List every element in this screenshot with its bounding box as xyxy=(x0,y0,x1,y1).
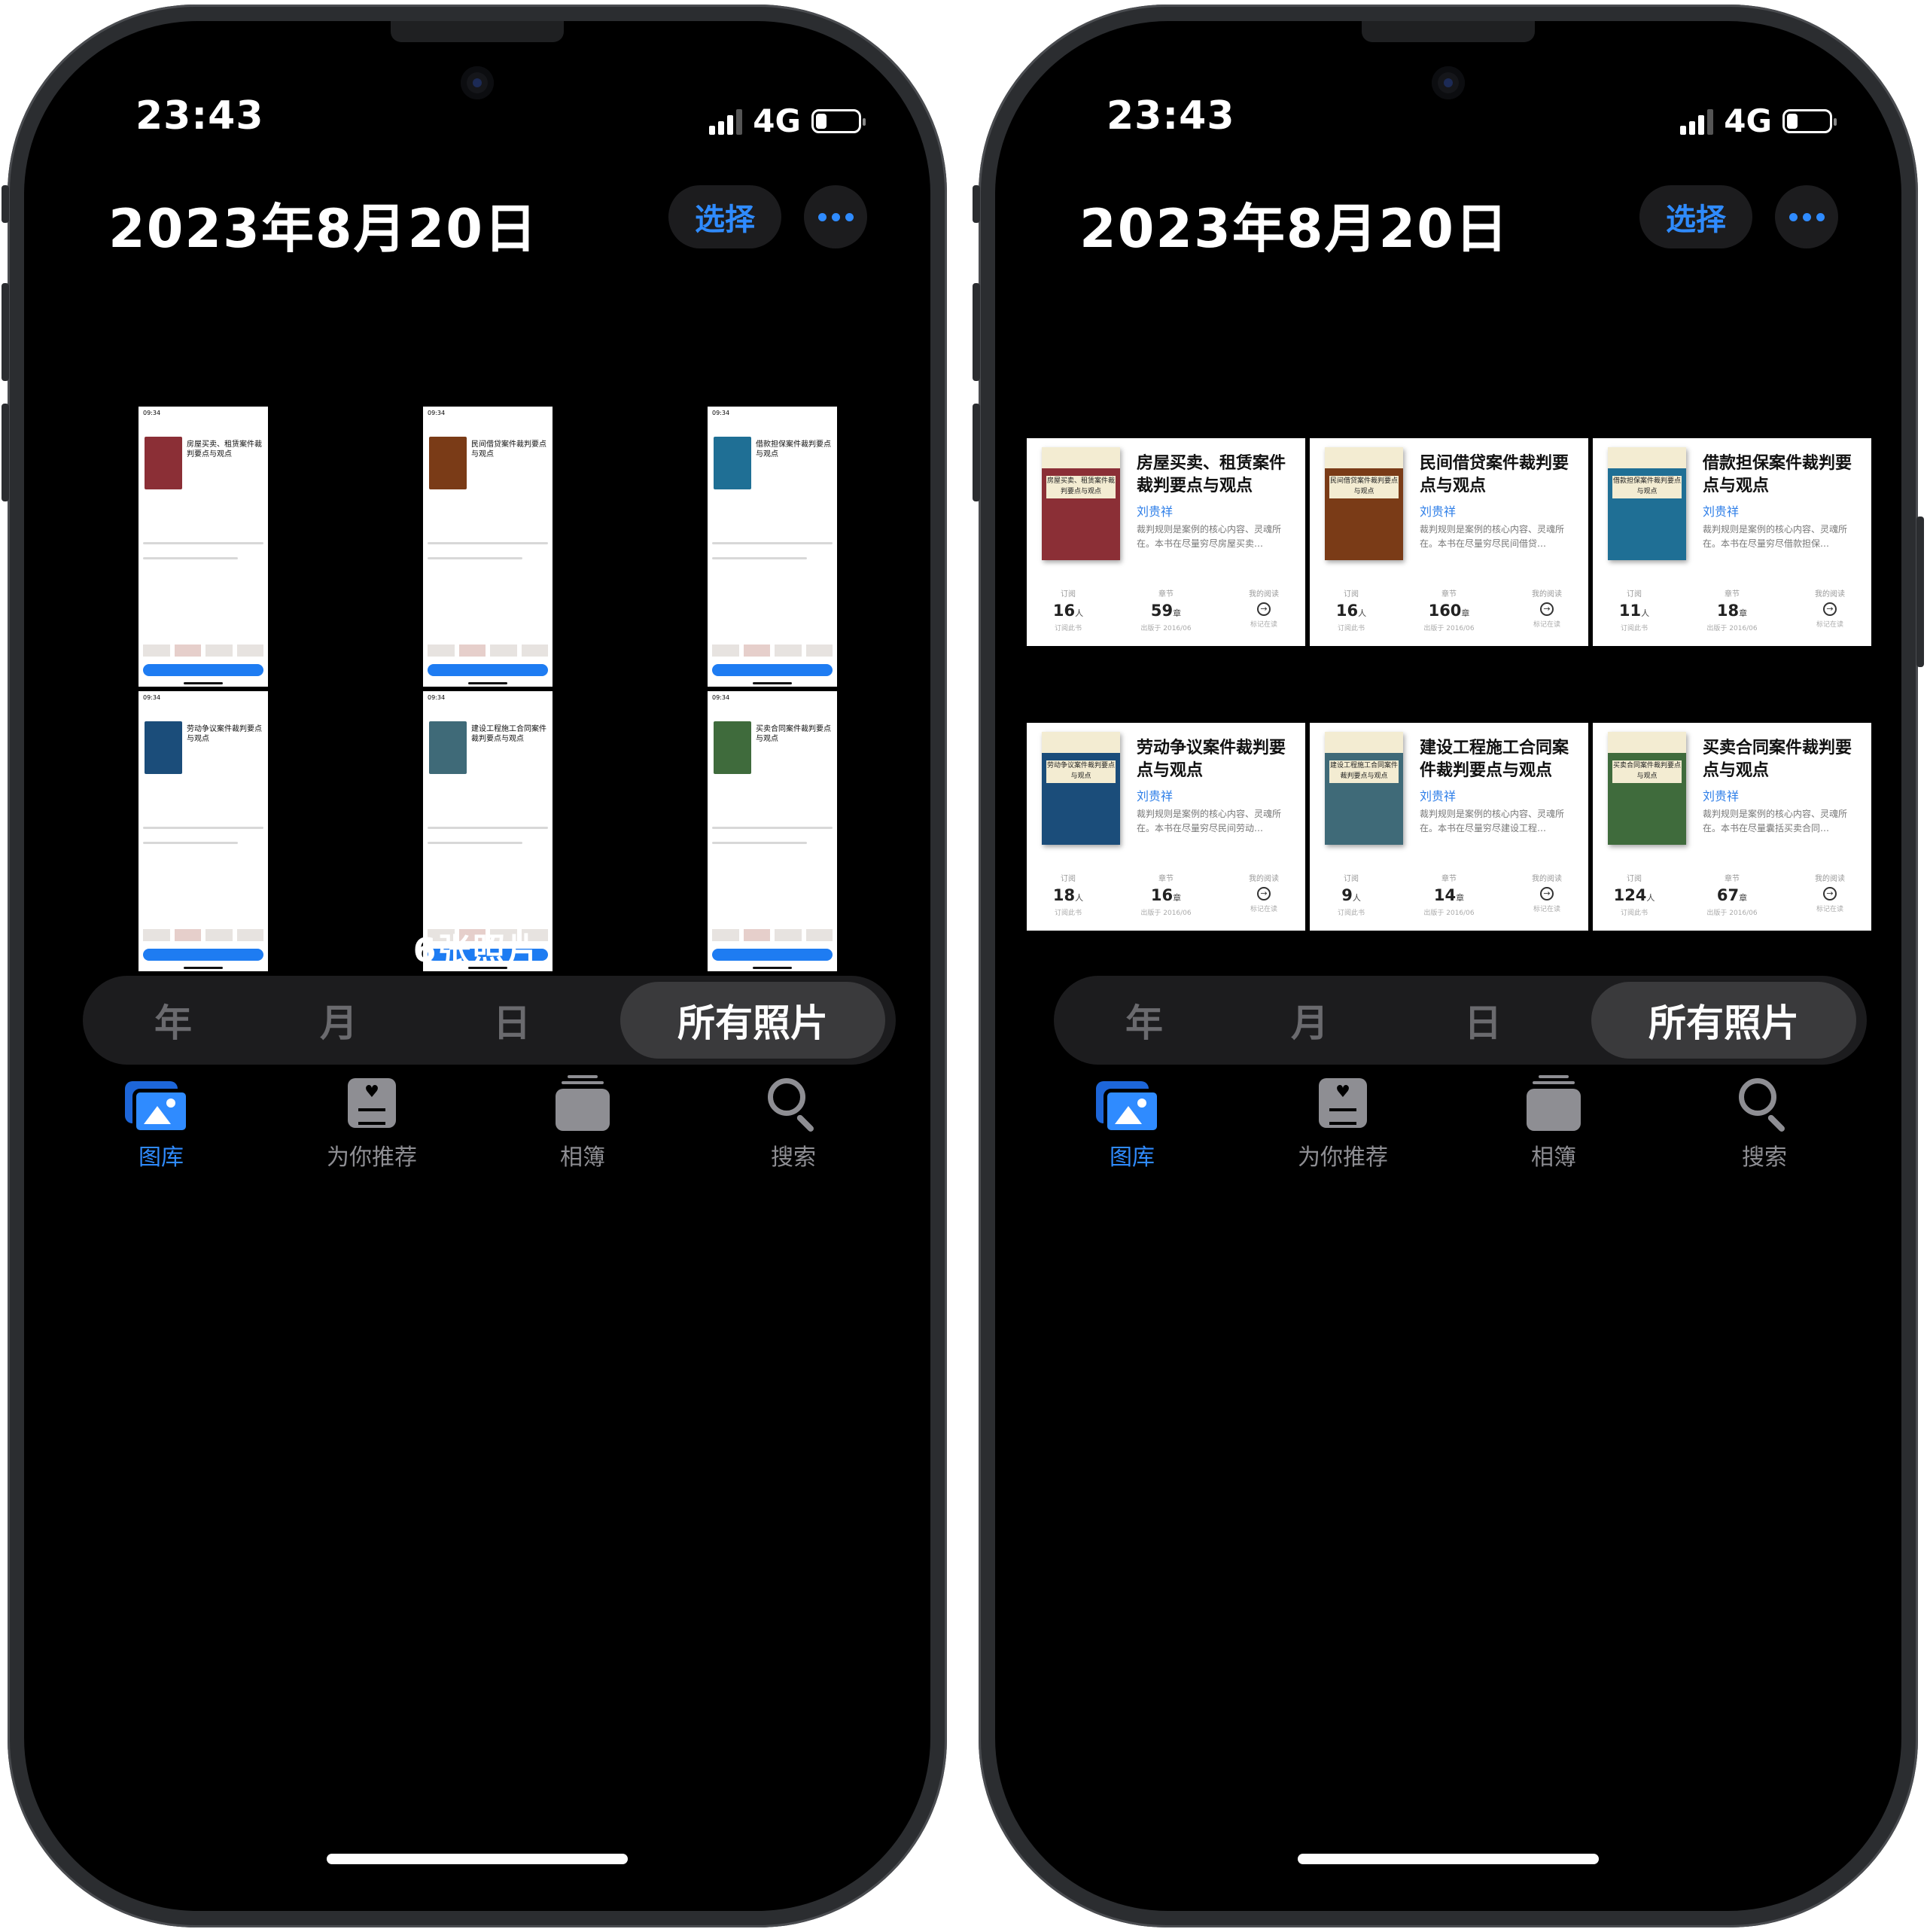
photo-thumbnail[interactable]: 09:34 房屋买卖、租赁案件裁判要点与观点 xyxy=(139,407,268,687)
book-cover xyxy=(429,721,467,774)
mute-switch xyxy=(973,185,980,223)
arrow-circle-icon: → xyxy=(1540,602,1554,616)
tab-library[interactable]: 图库 xyxy=(1064,1074,1200,1172)
search-icon xyxy=(726,1074,861,1134)
view-segmented-control: 年 月 日 所有照片 xyxy=(1054,976,1867,1065)
phone-frame-right: 23:43 4G 2023年8月20日 选择 房屋买卖、租赁案件裁判要点与观点 … xyxy=(973,5,1924,1927)
arrow-circle-icon: → xyxy=(1540,887,1554,900)
photo-thumbnail[interactable]: 建设工程施工合同案件裁判要点与观点 建设工程施工合同案件裁判要点与观点 刘贵祥 … xyxy=(1310,723,1588,931)
book-stats: 订阅 18人 订阅此书 章节 16章 出版于 2016/06 我的阅读 → 标记在读 xyxy=(1052,875,1279,917)
mute-switch xyxy=(2,185,9,223)
segment-day[interactable]: 日 xyxy=(437,976,587,1065)
book-stats: 订阅 16人 订阅此书 章节 59章 出版于 2016/06 我的阅读 → 标记在读 xyxy=(1052,590,1279,632)
tab-for-you[interactable]: 为你推荐 xyxy=(1275,1074,1411,1172)
book-cover: 民间借贷案件裁判要点与观点 xyxy=(1325,447,1403,560)
volume-down-button xyxy=(2,404,9,501)
albums-icon xyxy=(1486,1074,1621,1134)
segment-year[interactable]: 年 xyxy=(1069,976,1219,1065)
signal-icon xyxy=(709,108,743,135)
photo-thumbnail[interactable]: 房屋买卖、租赁案件裁判要点与观点 房屋买卖、租赁案件裁判要点与观点 刘贵祥 裁判… xyxy=(1027,438,1305,646)
book-cover: 房屋买卖、租赁案件裁判要点与观点 xyxy=(1042,447,1120,560)
arrow-circle-icon: → xyxy=(1257,887,1271,900)
speaker xyxy=(1362,21,1535,42)
photo-thumbnail[interactable]: 借款担保案件裁判要点与观点 借款担保案件裁判要点与观点 刘贵祥 裁判规则是案例的… xyxy=(1593,438,1871,646)
arrow-circle-icon: → xyxy=(1257,602,1271,616)
book-stats: 订阅 9人 订阅此书 章节 14章 出版于 2016/06 我的阅读 → 标记在读 xyxy=(1337,875,1562,917)
photo-thumbnail[interactable]: 买卖合同案件裁判要点与观点 买卖合同案件裁判要点与观点 刘贵祥 裁判规则是案例的… xyxy=(1593,723,1871,931)
book-cover: 建设工程施工合同案件裁判要点与观点 xyxy=(1325,732,1403,845)
home-indicator[interactable] xyxy=(327,1854,628,1864)
network-type: 4G xyxy=(1724,102,1772,139)
tab-albums[interactable]: 相簿 xyxy=(515,1074,650,1172)
book-stats: 订阅 124人 订阅此书 章节 67章 出版于 2016/06 我的阅读 → 标记在读 xyxy=(1613,875,1845,917)
status-time: 23:43 xyxy=(1107,93,1235,139)
volume-down-button xyxy=(973,404,980,501)
front-camera xyxy=(1432,66,1465,99)
screen-left: 23:43 4G 2023年8月20日 选择 09:34 房屋买卖、租赁案件裁判… xyxy=(24,21,930,1911)
tab-albums[interactable]: 相簿 xyxy=(1486,1074,1621,1172)
ellipsis-icon xyxy=(1788,212,1798,221)
arrow-circle-icon: → xyxy=(1823,887,1837,900)
photo-count: 6张照片 xyxy=(412,931,542,970)
tab-library[interactable]: 图库 xyxy=(93,1074,229,1172)
book-cover xyxy=(429,437,467,489)
ellipsis-icon xyxy=(817,212,827,221)
phone-frame-left: 23:43 4G 2023年8月20日 选择 09:34 房屋买卖、租赁案件裁判… xyxy=(2,5,947,1927)
search-icon xyxy=(1697,1074,1832,1134)
photo-thumbnail[interactable]: 09:34 借款担保案件裁判要点与观点 xyxy=(708,407,837,687)
book-cover xyxy=(714,437,751,489)
photo-thumbnail[interactable]: 劳动争议案件裁判要点与观点 劳动争议案件裁判要点与观点 刘贵祥 裁判规则是案例的… xyxy=(1027,723,1305,931)
photo-library-icon xyxy=(1064,1074,1200,1134)
photo-library-icon xyxy=(93,1074,229,1134)
book-cover: 借款担保案件裁判要点与观点 xyxy=(1608,447,1686,560)
segment-month[interactable]: 月 xyxy=(263,976,414,1065)
book-cover: 劳动争议案件裁判要点与观点 xyxy=(1042,732,1120,845)
segment-all-photos[interactable]: 所有照片 xyxy=(620,982,885,1059)
book-stats: 订阅 16人 订阅此书 章节 160章 出版于 2016/06 我的阅读 → 标记在读 xyxy=(1335,590,1562,632)
segment-day[interactable]: 日 xyxy=(1408,976,1558,1065)
network-type: 4G xyxy=(753,102,801,139)
battery-icon xyxy=(811,108,866,133)
status-indicators: 4G xyxy=(1680,102,1837,139)
book-stats: 订阅 11人 订阅此书 章节 18章 出版于 2016/06 我的阅读 → 标记在读 xyxy=(1618,590,1845,632)
book-cover: 买卖合同案件裁判要点与观点 xyxy=(1608,732,1686,845)
power-button xyxy=(1916,517,1924,667)
select-button[interactable]: 选择 xyxy=(1639,185,1752,248)
volume-up-button xyxy=(2,283,9,381)
arrow-circle-icon: → xyxy=(1823,602,1837,616)
for-you-icon xyxy=(1275,1074,1411,1134)
page-title: 2023年8月20日 xyxy=(1079,198,1509,260)
select-button[interactable]: 选择 xyxy=(668,185,781,248)
more-options-button[interactable] xyxy=(804,185,867,248)
for-you-icon xyxy=(304,1074,440,1134)
book-cover xyxy=(714,721,751,774)
photo-thumbnail[interactable]: 民间借贷案件裁判要点与观点 民间借贷案件裁判要点与观点 刘贵祥 裁判规则是案例的… xyxy=(1310,438,1588,646)
more-options-button[interactable] xyxy=(1775,185,1838,248)
signal-icon xyxy=(1680,108,1714,135)
book-cover xyxy=(145,437,182,489)
view-segmented-control: 年 月 日 所有照片 xyxy=(83,976,896,1065)
photo-thumbnail[interactable]: 09:34 民间借贷案件裁判要点与观点 xyxy=(423,407,553,687)
battery-icon xyxy=(1782,108,1837,133)
home-indicator[interactable] xyxy=(1298,1854,1599,1864)
tab-for-you[interactable]: 为你推荐 xyxy=(304,1074,440,1172)
volume-up-button xyxy=(973,283,980,381)
segment-month[interactable]: 月 xyxy=(1234,976,1385,1065)
status-indicators: 4G xyxy=(709,102,866,139)
segment-year[interactable]: 年 xyxy=(98,976,248,1065)
page-title: 2023年8月20日 xyxy=(108,198,538,260)
screen-right: 23:43 4G 2023年8月20日 选择 房屋买卖、租赁案件裁判要点与观点 … xyxy=(995,21,1901,1911)
segment-all-photos[interactable]: 所有照片 xyxy=(1591,982,1856,1059)
tab-search[interactable]: 搜索 xyxy=(1697,1074,1832,1172)
speaker xyxy=(391,21,564,42)
tab-search[interactable]: 搜索 xyxy=(726,1074,861,1172)
status-time: 23:43 xyxy=(135,93,264,139)
front-camera xyxy=(461,66,494,99)
book-cover xyxy=(145,721,182,774)
albums-icon xyxy=(515,1074,650,1134)
